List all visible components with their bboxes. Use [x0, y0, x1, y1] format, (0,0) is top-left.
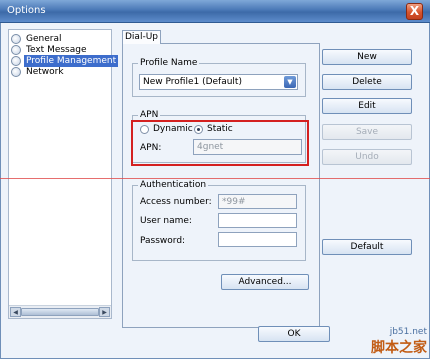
annotation-line	[0, 178, 430, 179]
scroll-left-button[interactable]: ◀	[10, 307, 21, 317]
ok-button[interactable]: OK	[258, 326, 330, 342]
settings-node-icon	[11, 45, 21, 55]
group-title: Authentication	[138, 180, 209, 191]
window-title: Options	[7, 5, 46, 16]
tree-item-label: Network	[26, 67, 64, 77]
arrow-right-icon: ▶	[102, 309, 107, 316]
tab-dial-up[interactable]: Dial-Up	[122, 30, 161, 44]
tree-horizontal-scrollbar[interactable]: ◀ ▶	[9, 305, 111, 318]
arrow-left-icon: ◀	[13, 309, 18, 316]
access-number-field[interactable]: *99#	[218, 194, 297, 209]
undo-button[interactable]: Undo	[322, 149, 412, 165]
user-name-field[interactable]	[218, 213, 297, 228]
advanced-button[interactable]: Advanced...	[221, 274, 309, 290]
group-title: Profile Name	[138, 58, 200, 69]
close-button[interactable]: X	[406, 3, 423, 20]
settings-node-icon	[11, 34, 21, 44]
watermark-site: jb51.net	[389, 327, 427, 337]
chevron-down-icon[interactable]: ▼	[284, 76, 296, 88]
watermark: jb51.net 脚本之家	[371, 327, 427, 357]
new-button[interactable]: New	[322, 49, 412, 65]
user-name-label: User name:	[140, 216, 192, 226]
profile-select-value: New Profile1 (Default)	[143, 77, 242, 87]
delete-button[interactable]: Delete	[322, 74, 412, 90]
save-button[interactable]: Save	[322, 124, 412, 140]
edit-button[interactable]: Edit	[322, 98, 412, 114]
password-field[interactable]	[218, 232, 297, 247]
close-icon: X	[409, 4, 420, 18]
watermark-brand: 脚本之家	[371, 340, 427, 356]
settings-node-icon	[11, 67, 21, 77]
scroll-right-button[interactable]: ▶	[99, 307, 110, 317]
highlight-annotation	[131, 120, 309, 166]
access-number-label: Access number:	[140, 197, 212, 207]
options-tree: General Text Message Profile Management …	[8, 29, 119, 319]
settings-node-icon	[11, 56, 21, 66]
password-label: Password:	[140, 236, 186, 246]
scroll-thumb[interactable]	[21, 308, 99, 316]
default-button[interactable]: Default	[322, 239, 412, 255]
profile-select[interactable]: New Profile1 (Default) ▼	[139, 74, 298, 90]
title-bar[interactable]: Options X	[0, 0, 430, 23]
